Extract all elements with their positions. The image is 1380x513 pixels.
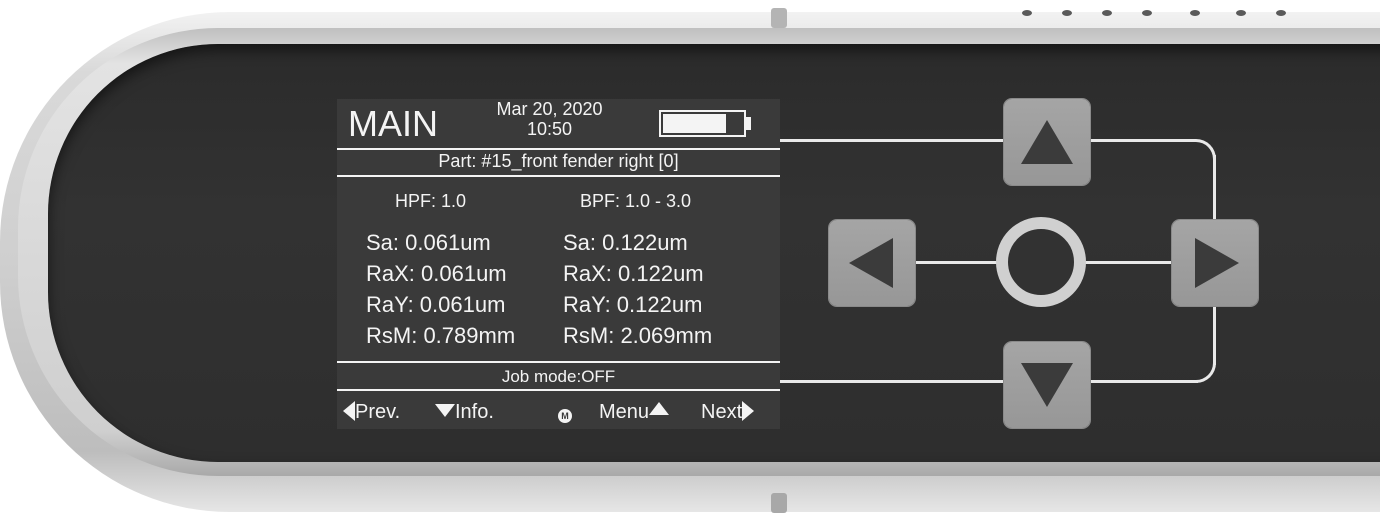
job-mode-label: Job mode:OFF [501,367,616,386]
wire-bottom [780,380,1006,383]
time-label: 10:50 [526,119,573,139]
part-label: Part: #15_front fender right [0] [438,151,679,171]
up-arrow-icon [1021,120,1073,164]
prev-label: Prev. [355,401,401,423]
ok-button[interactable] [996,217,1086,307]
wire-left-center [916,261,1000,264]
measurement-value: RsM: 0.789mm [366,323,516,348]
top-screw [771,8,787,28]
bpf-label: BPF: 1.0 - 3.0 [580,191,692,211]
wire-bottom-right [1090,380,1198,383]
info-label: Info. [455,401,494,423]
measurement-value: RaX: 0.122um [563,261,704,286]
next-label: Next [701,401,743,423]
up-button[interactable] [1004,99,1090,185]
divider [337,361,780,363]
divider [337,389,780,391]
measurement-value: RsM: 2.069mm [563,323,713,348]
date-label: Mar 20, 2020 [496,99,603,119]
wire-top [780,139,1006,142]
battery-icon [659,110,746,137]
m-softkey[interactable]: M [558,404,572,427]
measurement-value: Sa: 0.122um [563,230,688,255]
divider [337,148,780,150]
measurements-left: Sa: 0.061um RaX: 0.061um RaY: 0.061um Rs… [366,227,515,351]
vent-hole [1142,10,1152,16]
left-arrow-icon [849,238,893,288]
menu-softkey[interactable]: Menu [599,401,670,424]
prev-softkey[interactable]: Prev. [343,401,400,424]
measurement-value: RaY: 0.061um [366,292,506,317]
divider [337,175,780,177]
next-softkey[interactable]: Next [701,401,755,424]
screen-title: MAIN [348,103,438,144]
wire-center-right [1082,261,1174,264]
vent-hole [1276,10,1286,16]
right-arrow-icon [1195,238,1239,288]
measurement-value: RaY: 0.122um [563,292,703,317]
vent-hole [1102,10,1112,16]
down-arrow-icon [435,404,455,417]
measurement-value: RaX: 0.061um [366,261,507,286]
menu-label: Menu [599,401,650,423]
softkey-bar: Prev. Info. M Menu Next [337,399,780,427]
right-button[interactable] [1172,220,1258,306]
wire-top-right [1090,139,1198,142]
vent-hole [1190,10,1200,16]
m-circle-icon: M [558,409,572,423]
bottom-screw [771,493,787,513]
vent-hole [1062,10,1072,16]
measurements-right: Sa: 0.122um RaX: 0.122um RaY: 0.122um Rs… [563,227,712,351]
down-arrow-icon [1021,363,1073,407]
left-arrow-icon [343,401,355,421]
vent-hole [1236,10,1246,16]
measurement-value: Sa: 0.061um [366,230,491,255]
battery-fill [663,114,727,133]
up-arrow-icon [649,402,670,415]
vent-hole [1022,10,1032,16]
hpf-label: HPF: 1.0 [395,191,467,211]
left-button[interactable] [829,220,915,306]
date-time: Mar 20, 2020 10:50 [487,99,612,139]
battery-tip [746,117,751,130]
right-arrow-icon [742,401,755,421]
down-button[interactable] [1004,342,1090,428]
lcd-screen: MAIN Mar 20, 2020 10:50 Part: #15_front … [337,99,780,429]
info-softkey[interactable]: Info. [435,401,494,424]
